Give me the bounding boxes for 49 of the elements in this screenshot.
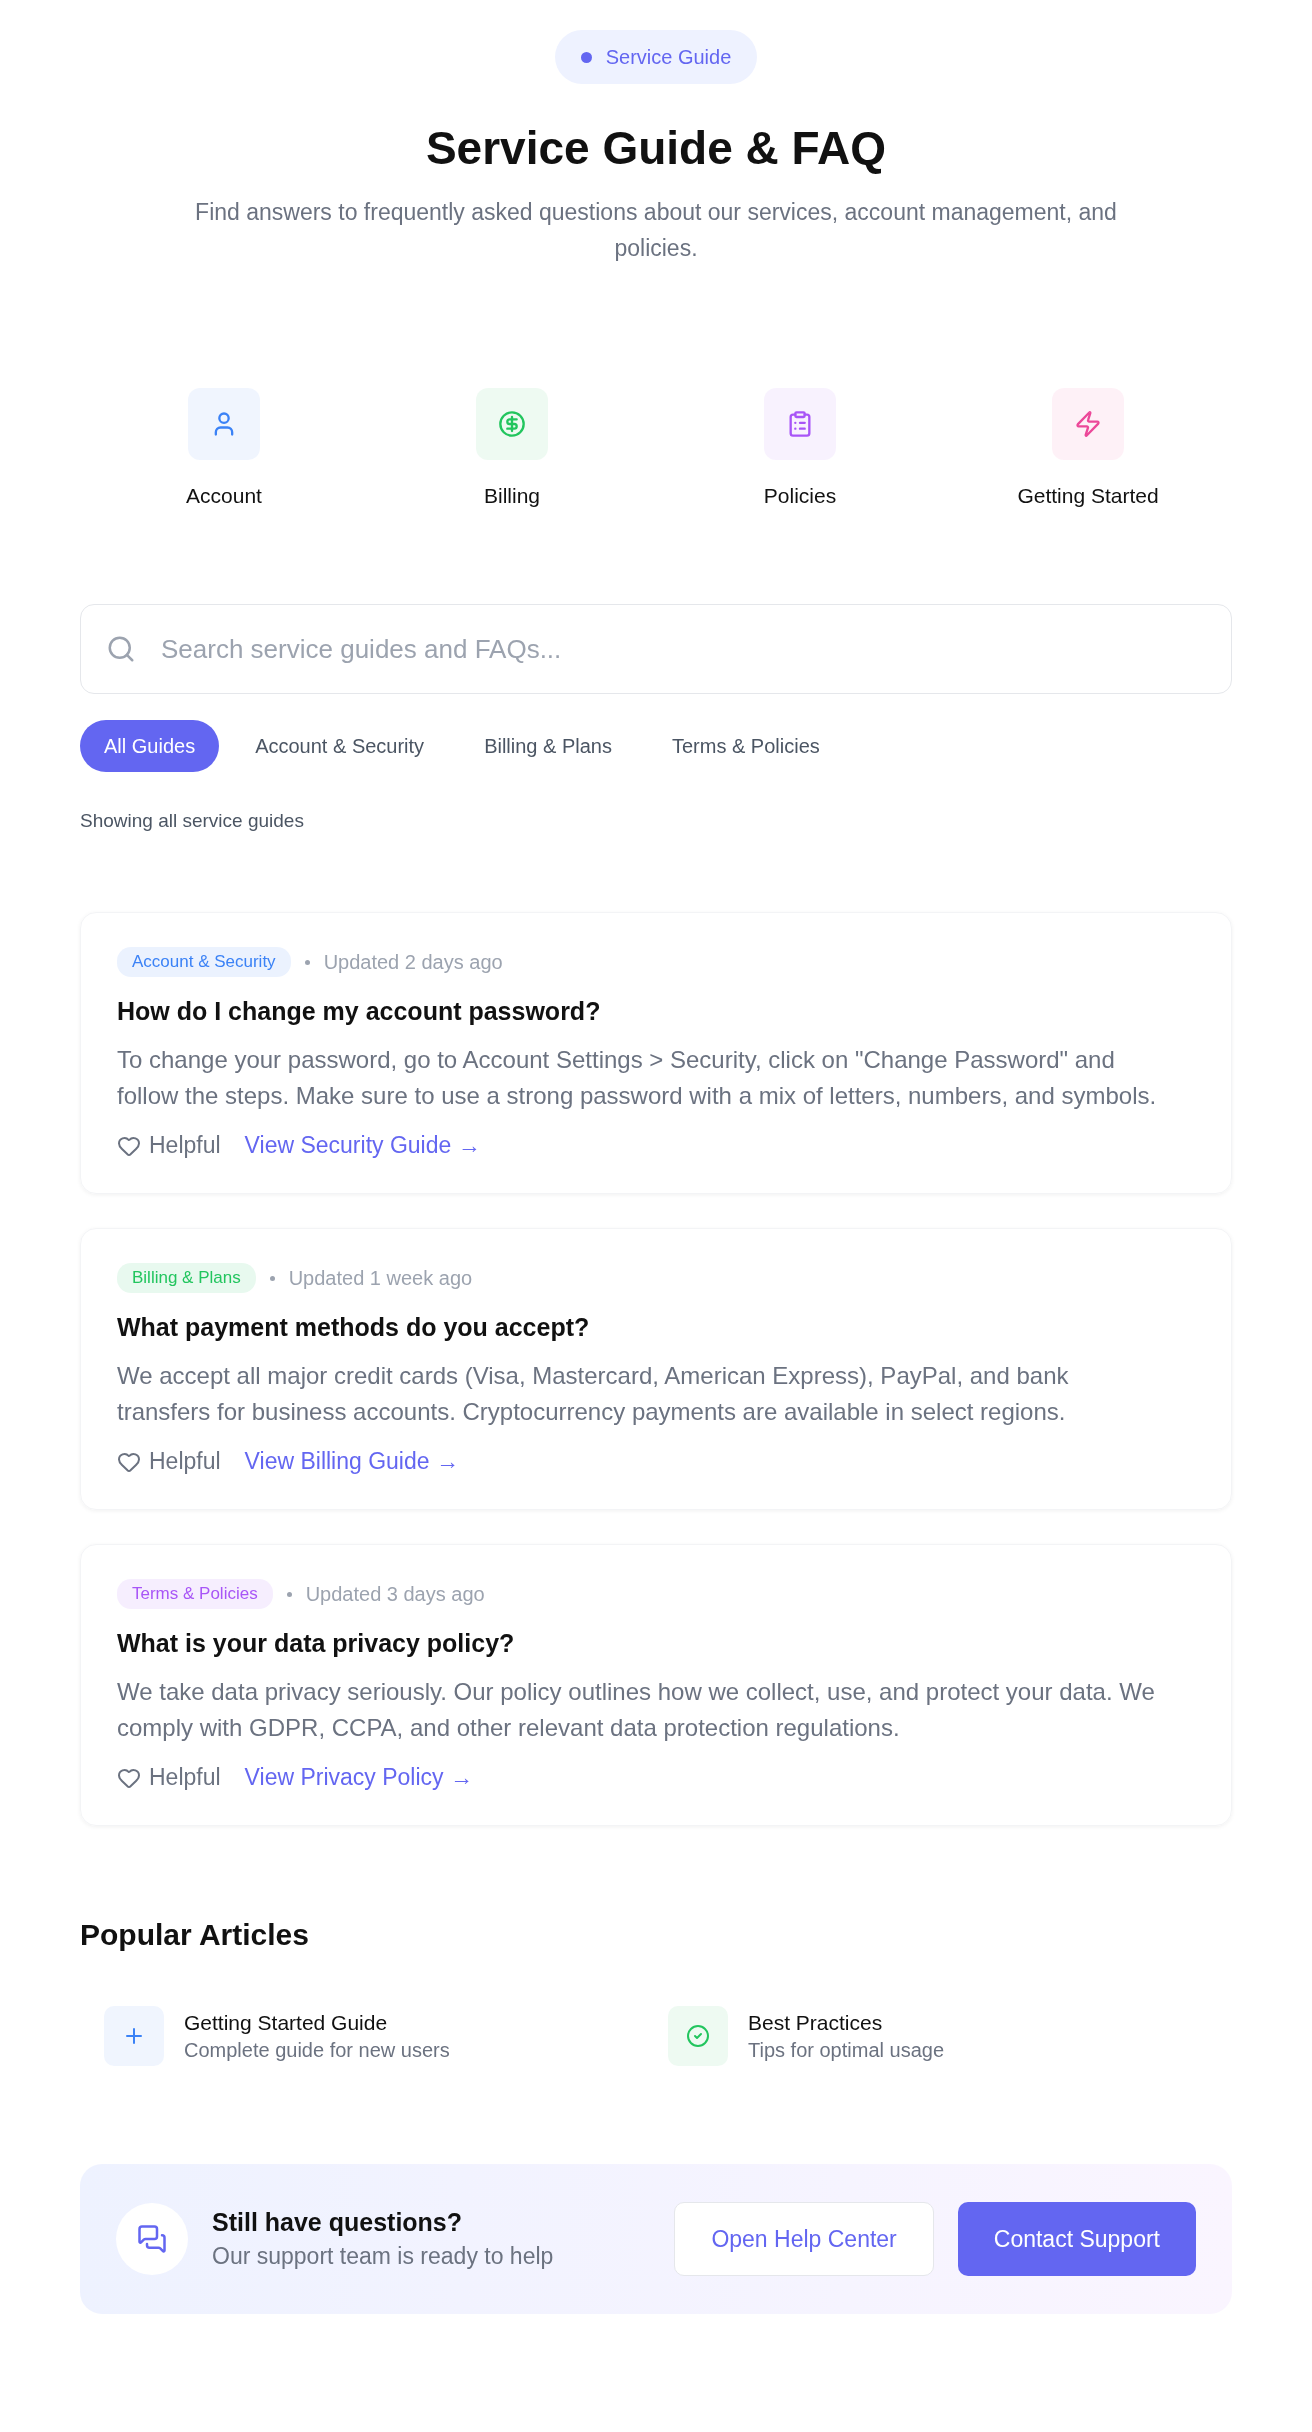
- helpful-button[interactable]: Helpful: [117, 1764, 221, 1791]
- dot-icon: [580, 51, 592, 63]
- separator-dot: [286, 1591, 292, 1597]
- contact-support-button[interactable]: Contact Support: [957, 2202, 1196, 2276]
- article-title[interactable]: Getting Started Guide: [184, 2010, 450, 2035]
- search-icon: [106, 634, 136, 664]
- filter-tab[interactable]: Terms & Policies: [647, 720, 844, 772]
- page-title: Service Guide & FAQ: [425, 121, 887, 176]
- article-description: Complete guide for new users: [184, 2038, 450, 2062]
- section-badge: Service Guide: [554, 30, 758, 84]
- faq-answer: We accept all major credit cards (Visa, Mastercard, American Express), PayPal, and bank transfers for business accounts. Cryptocurrency payments are available in select regions.: [117, 1361, 1070, 1427]
- helpful-button[interactable]: Helpful: [117, 1448, 221, 1475]
- category-tag: Account & Security: [117, 947, 291, 977]
- updated-time: Updated 3 days ago: [305, 1582, 485, 1606]
- lightning-icon[interactable]: [1052, 388, 1124, 460]
- category-label[interactable]: Getting Started: [1017, 484, 1159, 508]
- category-tag: Billing & Plans: [117, 1263, 256, 1293]
- clipboard-icon[interactable]: [764, 388, 836, 460]
- separator-dot: [304, 959, 310, 965]
- helpful-button[interactable]: Helpful: [117, 1132, 221, 1159]
- faq-answer: To change your password, go to Account Settings > Security, click on "Change Password" and follow the steps. Make sure to use a strong password with a mix of letters, numbers, and symbols.: [117, 1045, 1158, 1111]
- contact-title: Still have questions?: [212, 2208, 464, 2237]
- faq-answer: We take data privacy seriously. Our policy outlines how we collect, use, and protect your data. We comply with GDPR, CCPA, and other relevant data protection regulations.: [117, 1677, 1156, 1743]
- category-label[interactable]: Policies: [763, 484, 837, 508]
- guide-link[interactable]: View Security Guide →: [244, 1132, 481, 1159]
- filter-tab[interactable]: Billing & Plans: [460, 720, 636, 772]
- page-subtitle: Find answers to frequently asked questions about our services, account management, and policies.: [194, 198, 1118, 263]
- search-field[interactable]: Search service guides and FAQs...: [80, 604, 1232, 694]
- dollar-icon[interactable]: [476, 388, 548, 460]
- article-title[interactable]: Best Practices: [748, 2010, 944, 2035]
- separator-dot: [269, 1275, 275, 1281]
- section-title: Popular Articles: [80, 1918, 310, 1952]
- guide-link[interactable]: View Privacy Policy →: [244, 1764, 473, 1791]
- category-label[interactable]: Billing: [484, 484, 540, 508]
- article-description: Tips for optimal usage: [748, 2038, 944, 2062]
- help-center-button[interactable]: Open Help Center: [674, 2202, 934, 2276]
- filter-tab[interactable]: All Guides: [80, 720, 220, 772]
- person-icon[interactable]: [188, 388, 260, 460]
- result-note: Showing all service guides: [80, 810, 305, 832]
- updated-time: Updated 1 week ago: [288, 1266, 473, 1290]
- filter-tab[interactable]: Account & Security: [231, 720, 449, 772]
- updated-time: Updated 2 days ago: [323, 950, 503, 974]
- category-label[interactable]: Account: [186, 484, 262, 508]
- faq-question: What payment methods do you accept?: [117, 1313, 591, 1342]
- faq-question: What is your data privacy policy?: [117, 1629, 516, 1658]
- faq-question: How do I change my account password?: [117, 997, 602, 1026]
- contact-subtitle: Our support team is ready to help: [212, 2243, 555, 2270]
- category-tag: Terms & Policies: [117, 1579, 273, 1609]
- guide-link[interactable]: View Billing Guide →: [244, 1448, 459, 1475]
